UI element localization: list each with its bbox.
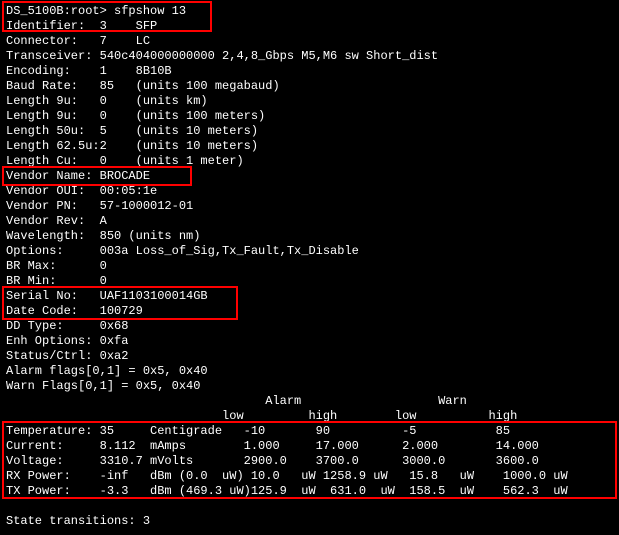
row-brmin: BR Min: 0 (6, 274, 107, 289)
row-baudrate: Baud Rate: 85 (units 100 megabaud) (6, 79, 280, 94)
row-vendor-rev: Vendor Rev: A (6, 214, 107, 229)
row-transceiver: Transceiver: 540c404000000000 2,4,8_Gbps… (6, 49, 438, 64)
row-state-transitions: State transitions: 3 (6, 514, 150, 529)
prompt-line: DS_5100B:root> sfpshow 13 (6, 4, 186, 19)
row-encoding: Encoding: 1 8B10B (6, 64, 172, 79)
row-vendor-name: Vendor Name: BROCADE (6, 169, 150, 184)
row-length9u-b: Length 9u: 0 (units 100 meters) (6, 109, 265, 124)
row-enhoptions: Enh Options: 0xfa (6, 334, 128, 349)
thresh-header-1: Alarm Warn (6, 394, 467, 409)
row-warnflags: Warn Flags[0,1] = 0x5, 0x40 (6, 379, 200, 394)
row-vendor-oui: Vendor OUI: 00:05:1e (6, 184, 157, 199)
row-serialno: Serial No: UAF1103100014GB (6, 289, 208, 304)
row-options: Options: 003a Loss_of_Sig,Tx_Fault,Tx_Di… (6, 244, 359, 259)
row-identifier: Identifier: 3 SFP (6, 19, 157, 34)
thresh-tx-power: TX Power: -3.3 dBm (469.3 uW)125.9 uW 63… (6, 484, 568, 499)
row-length9u-a: Length 9u: 0 (units km) (6, 94, 208, 109)
row-alarmflags: Alarm flags[0,1] = 0x5, 0x40 (6, 364, 208, 379)
row-connector: Connector: 7 LC (6, 34, 150, 49)
thresh-temperature: Temperature: 35 Centigrade -10 90 -5 85 (6, 424, 510, 439)
thresh-voltage: Voltage: 3310.7 mVolts 2900.0 3700.0 300… (6, 454, 539, 469)
row-brmax: BR Max: 0 (6, 259, 107, 274)
row-vendor-pn: Vendor PN: 57-1000012-01 (6, 199, 193, 214)
thresh-current: Current: 8.112 mAmps 1.000 17.000 2.000 … (6, 439, 539, 454)
row-lengthcu: Length Cu: 0 (units 1 meter) (6, 154, 244, 169)
row-datecode: Date Code: 100729 (6, 304, 143, 319)
row-statusctrl: Status/Ctrl: 0xa2 (6, 349, 128, 364)
row-length50u: Length 50u: 5 (units 10 meters) (6, 124, 258, 139)
row-length625u: Length 62.5u:2 (units 10 meters) (6, 139, 258, 154)
terminal-screen[interactable]: DS_5100B:root> sfpshow 13 Identifier: 3 … (0, 0, 619, 535)
thresh-header-2: low high low high (6, 409, 517, 424)
thresh-rx-power: RX Power: -inf dBm (0.0 uW) 10.0 uW 1258… (6, 469, 568, 484)
row-ddtype: DD Type: 0x68 (6, 319, 128, 334)
row-wavelength: Wavelength: 850 (units nm) (6, 229, 200, 244)
